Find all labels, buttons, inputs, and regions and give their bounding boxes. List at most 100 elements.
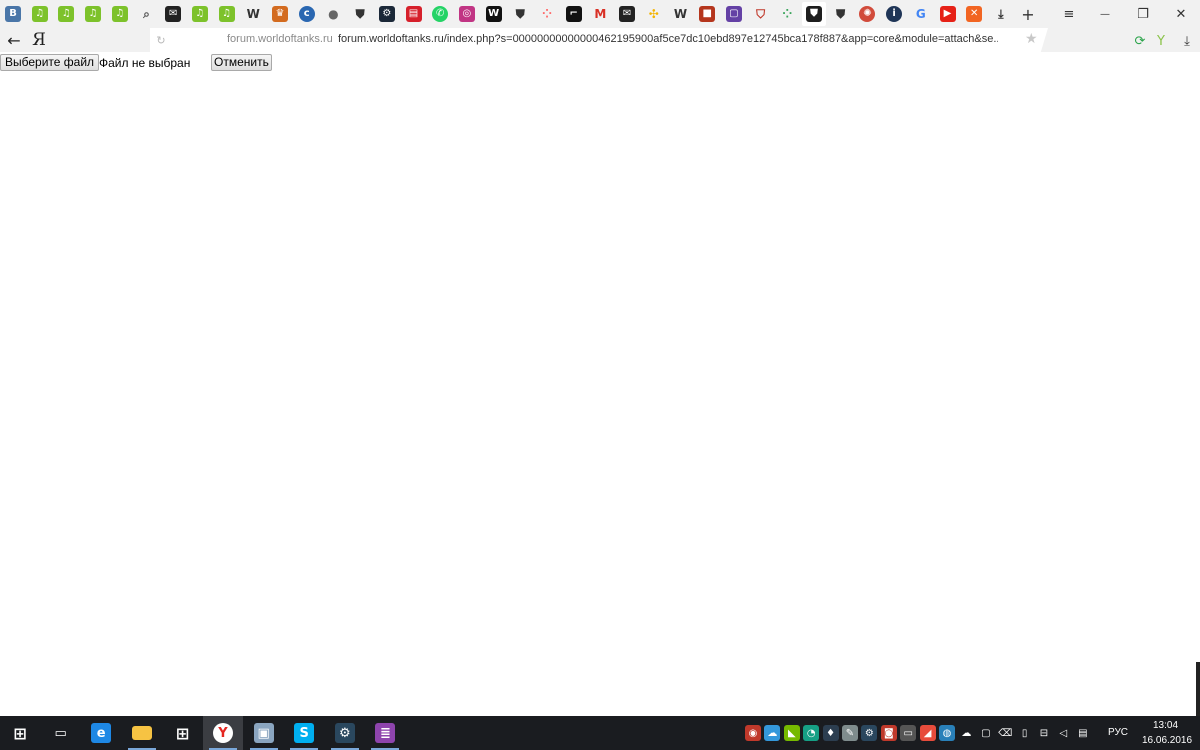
clock-time[interactable]: 13:04: [1153, 720, 1178, 731]
tab-wikipedia-2[interactable]: W: [482, 2, 506, 26]
scrollbar-thumb[interactable]: [1196, 662, 1200, 716]
tray-onedrive-icon[interactable]: ☁: [958, 725, 975, 741]
download-icon: ⤓: [998, 7, 1004, 21]
skype-icon: S: [294, 723, 315, 743]
taskbar-edge[interactable]: e: [81, 716, 121, 750]
tab-steam[interactable]: ⚙: [375, 2, 399, 26]
back-button[interactable]: ←: [4, 29, 24, 51]
tab-wot-2[interactable]: ⛊: [508, 2, 532, 26]
sync-icon[interactable]: ⟳: [1131, 32, 1149, 50]
tray-red-icon[interactable]: ◙: [880, 725, 897, 741]
tray-notifications-icon[interactable]: ▤: [1074, 725, 1091, 741]
info-icon: i: [886, 6, 903, 22]
tray-battery-icon[interactable]: ▯: [1016, 725, 1033, 741]
tray-bolt-icon[interactable]: ♦: [822, 725, 839, 741]
tab-wot-3[interactable]: ⛊: [829, 2, 853, 26]
tray-cloud-icon[interactable]: ☁: [764, 725, 781, 741]
yandex-browser-icon: Y: [213, 723, 233, 743]
pinwheel-icon: ✣: [648, 7, 659, 21]
restore-button[interactable]: ❐: [1124, 0, 1162, 28]
address-url[interactable]: forum.worldoftanks.ru/index.php?s=000000…: [338, 33, 998, 45]
tray-network-icon[interactable]: ⊟: [1036, 725, 1052, 741]
yandex-logo-button[interactable]: Я: [30, 29, 48, 51]
tab-apple[interactable]: ●: [321, 2, 345, 26]
bookmark-star-icon[interactable]: ★: [1025, 31, 1038, 47]
tray-box-icon[interactable]: ▭: [900, 725, 917, 741]
tab-red-square[interactable]: ■: [695, 2, 719, 26]
choose-file-button[interactable]: Выберите файл: [0, 54, 100, 71]
tab-mail-1[interactable]: ✉: [161, 2, 185, 26]
tray-window-icon[interactable]: ▢: [977, 725, 994, 741]
tab-ct[interactable]: c: [295, 2, 319, 26]
tab-mail-2[interactable]: ✉: [615, 2, 639, 26]
tab-search[interactable]: ⌕: [135, 2, 159, 26]
tray-globe-icon[interactable]: ◍: [939, 725, 955, 741]
cancel-button[interactable]: Отменить: [211, 54, 272, 71]
tab-music-2[interactable]: ♫: [54, 2, 78, 26]
tab-orange[interactable]: ✕: [962, 2, 986, 26]
tab-dots-2[interactable]: ⁘: [775, 2, 799, 26]
tab-music-3[interactable]: ♫: [81, 2, 105, 26]
download-icon[interactable]: ⤓: [1178, 32, 1196, 50]
tray-steam-icon[interactable]: ⚙: [861, 725, 878, 741]
clock-date[interactable]: 16.06.2016: [1142, 735, 1192, 746]
music-note-icon: ♫: [85, 6, 102, 22]
tab-download[interactable]: ⤓: [989, 2, 1013, 26]
taskbar-store[interactable]: ⊞: [162, 716, 202, 750]
new-tab-button[interactable]: +: [1016, 2, 1040, 26]
tab-wot-active[interactable]: ⛊: [802, 2, 826, 26]
tab-wikipedia-3[interactable]: W: [669, 2, 693, 26]
tab-whatsapp[interactable]: ✆: [428, 2, 452, 26]
address-domain[interactable]: forum.worldoftanks.ru: [227, 33, 333, 45]
tray-amd-icon[interactable]: ◢: [919, 725, 936, 741]
restore-icon: ❐: [1137, 6, 1149, 22]
video-icon: ▤: [405, 6, 422, 22]
taskbar-app[interactable]: ▣: [244, 716, 284, 750]
tab-music-4[interactable]: ♫: [108, 2, 132, 26]
music-note-icon: ♫: [111, 6, 128, 22]
tab-photos[interactable]: ✣: [642, 2, 666, 26]
tab-info[interactable]: i: [882, 2, 906, 26]
tray-remove-device-icon[interactable]: ⌫: [997, 725, 1014, 741]
tray-nvidia-icon[interactable]: ◣: [783, 725, 800, 741]
tab-wikipedia-1[interactable]: W: [241, 2, 265, 26]
tab-game-shield[interactable]: ♛: [268, 2, 292, 26]
task-view-button[interactable]: ▭: [41, 716, 81, 750]
sprout-icon[interactable]: Y: [1152, 32, 1170, 50]
tab-dark-app[interactable]: ⌐: [562, 2, 586, 26]
tray-circle-icon[interactable]: ◔: [803, 725, 820, 741]
taskbar-skype[interactable]: S: [284, 716, 324, 750]
yandex-logo-icon: Я: [32, 30, 46, 50]
taskbar-yandex[interactable]: Y: [203, 716, 243, 750]
wikipedia-icon: W: [246, 7, 260, 21]
taskbar-steam[interactable]: ⚙: [325, 716, 365, 750]
tab-music-1[interactable]: ♫: [28, 2, 52, 26]
tab-wot-1[interactable]: ⛊: [348, 2, 372, 26]
tab-twitch[interactable]: ▢: [722, 2, 746, 26]
tab-google[interactable]: G: [909, 2, 933, 26]
tab-gmail[interactable]: M: [588, 2, 612, 26]
tab-music-6[interactable]: ♫: [215, 2, 239, 26]
reload-button[interactable]: ↻: [154, 31, 168, 49]
language-indicator[interactable]: РУС: [1108, 727, 1128, 738]
tab-youtube[interactable]: ▶: [936, 2, 960, 26]
edge-icon: e: [91, 723, 112, 743]
minimize-button[interactable]: —: [1086, 0, 1124, 28]
taskbar-winrar[interactable]: ≣: [365, 716, 405, 750]
tray-volume-icon[interactable]: ◁: [1055, 725, 1072, 741]
tab-instagram[interactable]: ◎: [455, 2, 479, 26]
close-window-button[interactable]: ✕: [1162, 0, 1200, 28]
tray-pen-icon[interactable]: ✎: [842, 725, 858, 741]
taskbar-explorer[interactable]: ▬: [122, 716, 162, 750]
tab-dots[interactable]: ⁘: [535, 2, 559, 26]
tab-vk[interactable]: B: [1, 2, 25, 26]
menu-button[interactable]: ≡: [1050, 0, 1088, 28]
tab-red-logo[interactable]: ▤: [402, 2, 426, 26]
tab-music-5[interactable]: ♫: [188, 2, 212, 26]
tray-game-icon[interactable]: ◉: [745, 725, 761, 741]
tab-shield-red[interactable]: ⛉: [749, 2, 773, 26]
tab-compass[interactable]: ✺: [855, 2, 879, 26]
start-button[interactable]: ⊞: [0, 716, 40, 750]
google-icon: G: [915, 7, 926, 21]
music-note-icon: ♫: [58, 6, 75, 22]
